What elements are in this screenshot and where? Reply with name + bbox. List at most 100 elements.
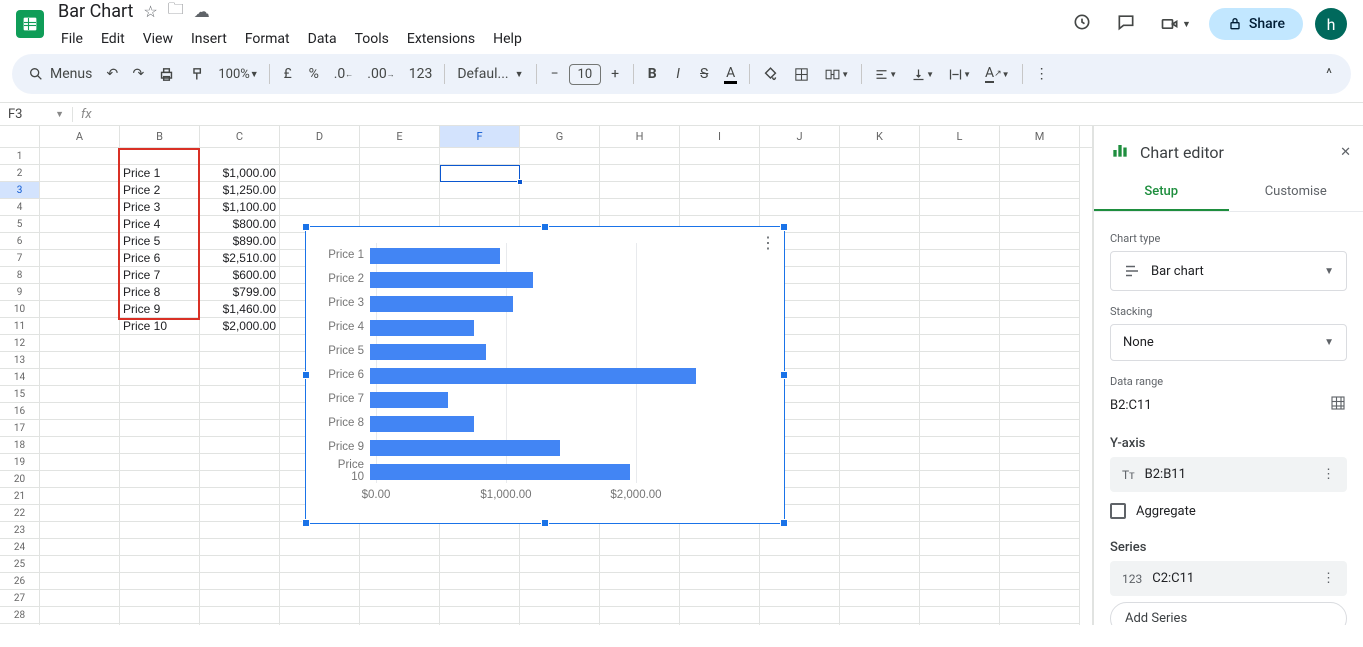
cell[interactable] xyxy=(1000,148,1080,165)
cell[interactable] xyxy=(920,403,1000,420)
cell[interactable] xyxy=(840,556,920,573)
cell[interactable] xyxy=(40,216,120,233)
row-header[interactable]: 19 xyxy=(0,454,40,471)
cell[interactable] xyxy=(600,590,680,607)
cell[interactable] xyxy=(1000,488,1080,505)
cell[interactable] xyxy=(520,539,600,556)
col-header[interactable]: K xyxy=(840,126,920,147)
cell[interactable] xyxy=(40,233,120,250)
cell[interactable]: $1,000.00 xyxy=(200,165,280,182)
cell[interactable] xyxy=(40,318,120,335)
cell[interactable] xyxy=(600,165,680,182)
row-header[interactable]: 8 xyxy=(0,267,40,284)
cell[interactable] xyxy=(360,539,440,556)
cell[interactable] xyxy=(120,488,200,505)
cell[interactable] xyxy=(200,624,280,625)
cell[interactable] xyxy=(840,301,920,318)
cell[interactable] xyxy=(920,233,1000,250)
cell[interactable] xyxy=(920,335,1000,352)
cell[interactable] xyxy=(600,182,680,199)
row-header[interactable]: 25 xyxy=(0,556,40,573)
meet-icon[interactable]: ▼ xyxy=(1154,8,1197,40)
chart-bar[interactable] xyxy=(370,344,486,360)
cell[interactable] xyxy=(920,556,1000,573)
cell[interactable] xyxy=(360,556,440,573)
cell[interactable] xyxy=(520,182,600,199)
cell[interactable] xyxy=(1000,556,1080,573)
stacking-select[interactable]: None▼ xyxy=(1110,324,1347,361)
cell[interactable] xyxy=(840,369,920,386)
row-header[interactable]: 18 xyxy=(0,437,40,454)
wrap-icon[interactable]: ▼ xyxy=(942,61,977,88)
col-header[interactable]: H xyxy=(600,126,680,147)
cell[interactable] xyxy=(40,403,120,420)
rotate-icon[interactable]: A↗ ▼ xyxy=(979,59,1016,89)
cell[interactable] xyxy=(840,420,920,437)
row-header[interactable]: 20 xyxy=(0,471,40,488)
col-header[interactable]: J xyxy=(760,126,840,147)
cell[interactable] xyxy=(200,607,280,624)
aggregate-checkbox[interactable]: Aggregate xyxy=(1110,498,1347,524)
chart-bar[interactable] xyxy=(370,296,513,312)
col-header[interactable]: F xyxy=(440,126,520,147)
row-header[interactable]: 4 xyxy=(0,199,40,216)
cell[interactable] xyxy=(280,624,360,625)
row-header[interactable]: 23 xyxy=(0,522,40,539)
cell[interactable] xyxy=(200,573,280,590)
cell[interactable] xyxy=(840,539,920,556)
comments-icon[interactable] xyxy=(1110,6,1142,42)
cell[interactable] xyxy=(280,182,360,199)
history-icon[interactable] xyxy=(1066,6,1098,42)
cell[interactable] xyxy=(1000,471,1080,488)
cell[interactable] xyxy=(920,573,1000,590)
cell[interactable] xyxy=(840,488,920,505)
cell[interactable] xyxy=(1000,624,1080,625)
row-header[interactable]: 24 xyxy=(0,539,40,556)
cell[interactable] xyxy=(40,148,120,165)
cell[interactable] xyxy=(1000,369,1080,386)
cell[interactable] xyxy=(40,182,120,199)
cell[interactable] xyxy=(760,165,840,182)
cell[interactable] xyxy=(760,590,840,607)
row-header[interactable]: 27 xyxy=(0,590,40,607)
cell[interactable] xyxy=(200,352,280,369)
cell[interactable] xyxy=(1000,250,1080,267)
cell[interactable] xyxy=(920,505,1000,522)
cell[interactable] xyxy=(40,488,120,505)
row-header[interactable]: 2 xyxy=(0,165,40,182)
menu-help[interactable]: Help xyxy=(486,29,529,49)
col-header[interactable]: E xyxy=(360,126,440,147)
cell[interactable] xyxy=(120,607,200,624)
cell[interactable] xyxy=(920,199,1000,216)
cell[interactable] xyxy=(200,148,280,165)
cell[interactable] xyxy=(120,335,200,352)
cell[interactable] xyxy=(360,199,440,216)
share-button[interactable]: Share xyxy=(1209,8,1303,40)
cell[interactable] xyxy=(1000,233,1080,250)
row-header[interactable]: 12 xyxy=(0,335,40,352)
cell[interactable] xyxy=(1000,590,1080,607)
cell[interactable]: $1,100.00 xyxy=(200,199,280,216)
redo-icon[interactable]: ↷ xyxy=(126,60,150,88)
cell[interactable] xyxy=(680,539,760,556)
select-range-icon[interactable] xyxy=(1329,394,1347,416)
chart-bar[interactable] xyxy=(370,368,696,384)
cell[interactable] xyxy=(280,539,360,556)
cell[interactable] xyxy=(440,590,520,607)
cell[interactable] xyxy=(840,250,920,267)
undo-icon[interactable]: ↶ xyxy=(100,60,124,88)
menu-edit[interactable]: Edit xyxy=(94,29,132,49)
cell[interactable] xyxy=(840,148,920,165)
chart-bar[interactable] xyxy=(370,440,560,456)
cell[interactable] xyxy=(680,148,760,165)
cell[interactable] xyxy=(280,148,360,165)
cell[interactable] xyxy=(200,454,280,471)
cell[interactable] xyxy=(360,148,440,165)
cell[interactable] xyxy=(1000,284,1080,301)
cell[interactable] xyxy=(840,352,920,369)
cell[interactable] xyxy=(200,488,280,505)
cell[interactable] xyxy=(360,590,440,607)
chart-bar[interactable] xyxy=(370,272,533,288)
col-header[interactable]: A xyxy=(40,126,120,147)
cell[interactable] xyxy=(200,369,280,386)
